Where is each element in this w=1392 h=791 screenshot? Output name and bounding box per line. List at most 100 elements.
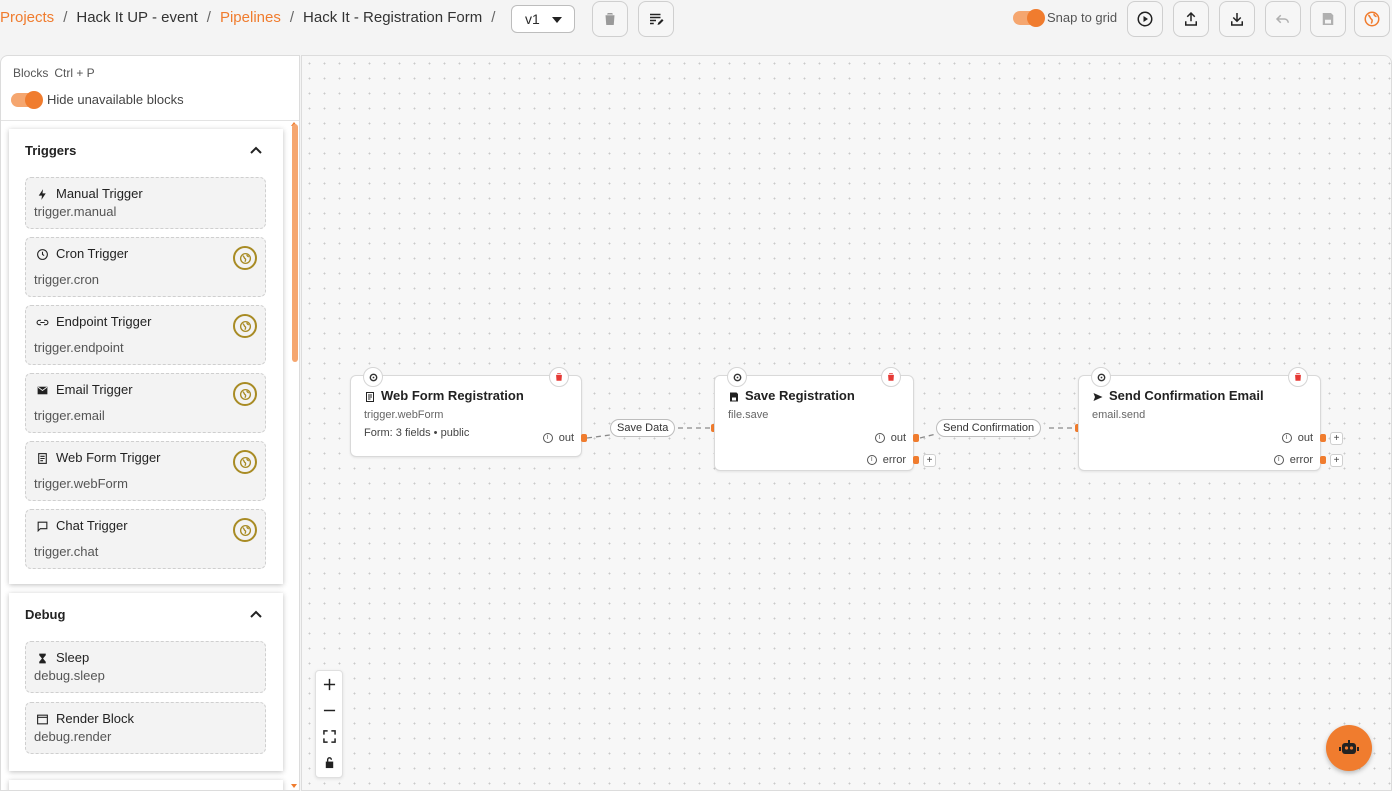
chat-icon [35,519,49,533]
node-id: email.send [1092,409,1146,421]
breadcrumb-separator: / [63,9,68,26]
sidebar-header: Blocks Ctrl + P Hide unavailable blocks [1,56,299,121]
zoom-in-button[interactable] [316,671,342,697]
trash-icon[interactable] [1288,367,1308,387]
info-icon: i [1281,433,1292,443]
blocks-sidebar: Blocks Ctrl + P Hide unavailable blocks T… [0,55,300,791]
edit-pipeline-button[interactable] [638,1,674,37]
node-title: Save Registration [745,388,855,403]
zoom-out-button[interactable] [316,697,342,723]
trash-icon[interactable] [549,367,569,387]
block-endpoint-trigger[interactable]: Endpoint Trigger trigger.endpoint [25,305,266,365]
block-chat-trigger[interactable]: Chat Trigger trigger.chat [25,509,266,569]
gear-icon[interactable] [1091,367,1111,387]
send-icon [1092,390,1104,402]
public-globe-icon [233,382,257,406]
save-icon [728,390,740,402]
sidebar-scrollbar-thumb[interactable] [292,124,298,362]
sidebar-title-text: Blocks [13,66,49,80]
breadcrumb: Projects / Hack It UP - event / Pipeline… [0,9,504,26]
info-icon: i [542,433,553,443]
output-handle[interactable] [913,434,919,442]
upload-icon [1185,11,1197,26]
output-handle[interactable] [581,434,587,442]
group-debug: Debug Sleep debug.sleep Render Block deb… [9,593,283,771]
caret-down-icon [552,17,562,23]
block-manual-trigger[interactable]: Manual Trigger trigger.manual [25,177,266,229]
info-icon: i [866,455,877,465]
snap-to-grid-toggle[interactable]: Snap to grid [1013,8,1118,27]
edit-notes-icon [650,13,664,25]
link-icon [35,315,49,329]
error-handle[interactable] [1320,456,1326,464]
block-name: Chat Trigger [56,518,128,533]
node-web-form-registration[interactable]: Web Form Registration trigger.webForm Fo… [350,367,582,457]
block-web-form-trigger[interactable]: Web Form Trigger trigger.webForm [25,441,266,501]
save-button[interactable] [1310,1,1346,37]
port-out: i out [1281,432,1313,444]
run-button[interactable] [1127,1,1163,37]
node-id: file.save [728,409,769,421]
fit-view-icon [322,729,336,743]
chevron-up-icon[interactable] [249,609,263,619]
undo-button[interactable] [1265,1,1301,37]
trash-icon [605,13,615,25]
node-title: Send Confirmation Email [1109,388,1264,403]
delete-pipeline-button[interactable] [592,1,628,37]
publish-button[interactable] [1354,1,1390,37]
hide-unavailable-toggle[interactable]: Hide unavailable blocks [11,90,299,109]
block-email-trigger[interactable]: Email Trigger trigger.email [25,373,266,433]
gear-icon[interactable] [363,367,383,387]
import-button[interactable] [1219,1,1255,37]
breadcrumb-separator: / [491,9,496,26]
block-name: Cron Trigger [56,246,129,261]
breadcrumb-pipeline: Hack It - Registration Form [303,9,483,26]
fit-view-button[interactable] [316,723,342,749]
add-error-branch-button[interactable]: + [923,454,936,467]
save-icon [1322,13,1334,25]
form-icon [35,451,49,465]
add-error-branch-button[interactable]: + [1330,454,1343,467]
block-render[interactable]: Render Block debug.render [25,702,266,754]
hourglass-icon [35,651,49,665]
node-description: Form: 3 fields • public [364,427,470,439]
hide-unavailable-switch[interactable] [11,90,43,109]
version-select[interactable]: v1 [511,5,575,33]
scroll-down-arrow-icon[interactable] [291,784,297,788]
breadcrumb-separator: / [289,9,295,26]
export-button[interactable] [1173,1,1209,37]
pipeline-canvas[interactable]: Web Form Registration trigger.webForm Fo… [301,55,1392,791]
edge-label[interactable]: Send Confirmation [936,419,1042,437]
error-handle[interactable] [913,456,919,464]
block-name: Endpoint Trigger [56,314,152,329]
add-output-branch-button[interactable]: + [1330,432,1343,445]
group-triggers: Triggers Manual Trigger trigger.manual C… [9,129,283,584]
info-icon: i [874,433,885,443]
public-globe-icon [233,518,257,542]
chevron-up-icon[interactable] [249,145,263,155]
lock-canvas-button[interactable] [316,749,342,775]
block-id: trigger.chat [34,544,99,559]
breadcrumb-projects[interactable]: Projects [0,9,54,26]
port-error: i error [866,454,906,466]
block-id: debug.sleep [34,668,105,683]
breadcrumb-pipelines[interactable]: Pipelines [220,9,281,26]
window-icon [35,712,49,726]
port-out: i out [542,432,574,444]
gear-icon[interactable] [727,367,747,387]
ai-assistant-button[interactable] [1326,725,1372,771]
edge-label[interactable]: Save Data [610,419,676,437]
block-id: trigger.webForm [34,476,128,491]
block-sleep[interactable]: Sleep debug.sleep [25,641,266,693]
zoom-controls [315,670,343,778]
block-cron-trigger[interactable]: Cron Trigger trigger.cron [25,237,266,297]
trash-icon[interactable] [881,367,901,387]
output-handle[interactable] [1320,434,1326,442]
block-id: trigger.cron [34,272,100,287]
play-icon [1137,11,1153,27]
snap-label: Snap to grid [1047,10,1118,25]
snap-toggle-switch[interactable] [1013,8,1045,27]
plus-icon [323,678,335,690]
node-save-registration[interactable]: Save Registration file.save i out i error [714,367,914,471]
node-send-confirmation-email[interactable]: Send Confirmation Email email.send i out … [1078,367,1321,471]
